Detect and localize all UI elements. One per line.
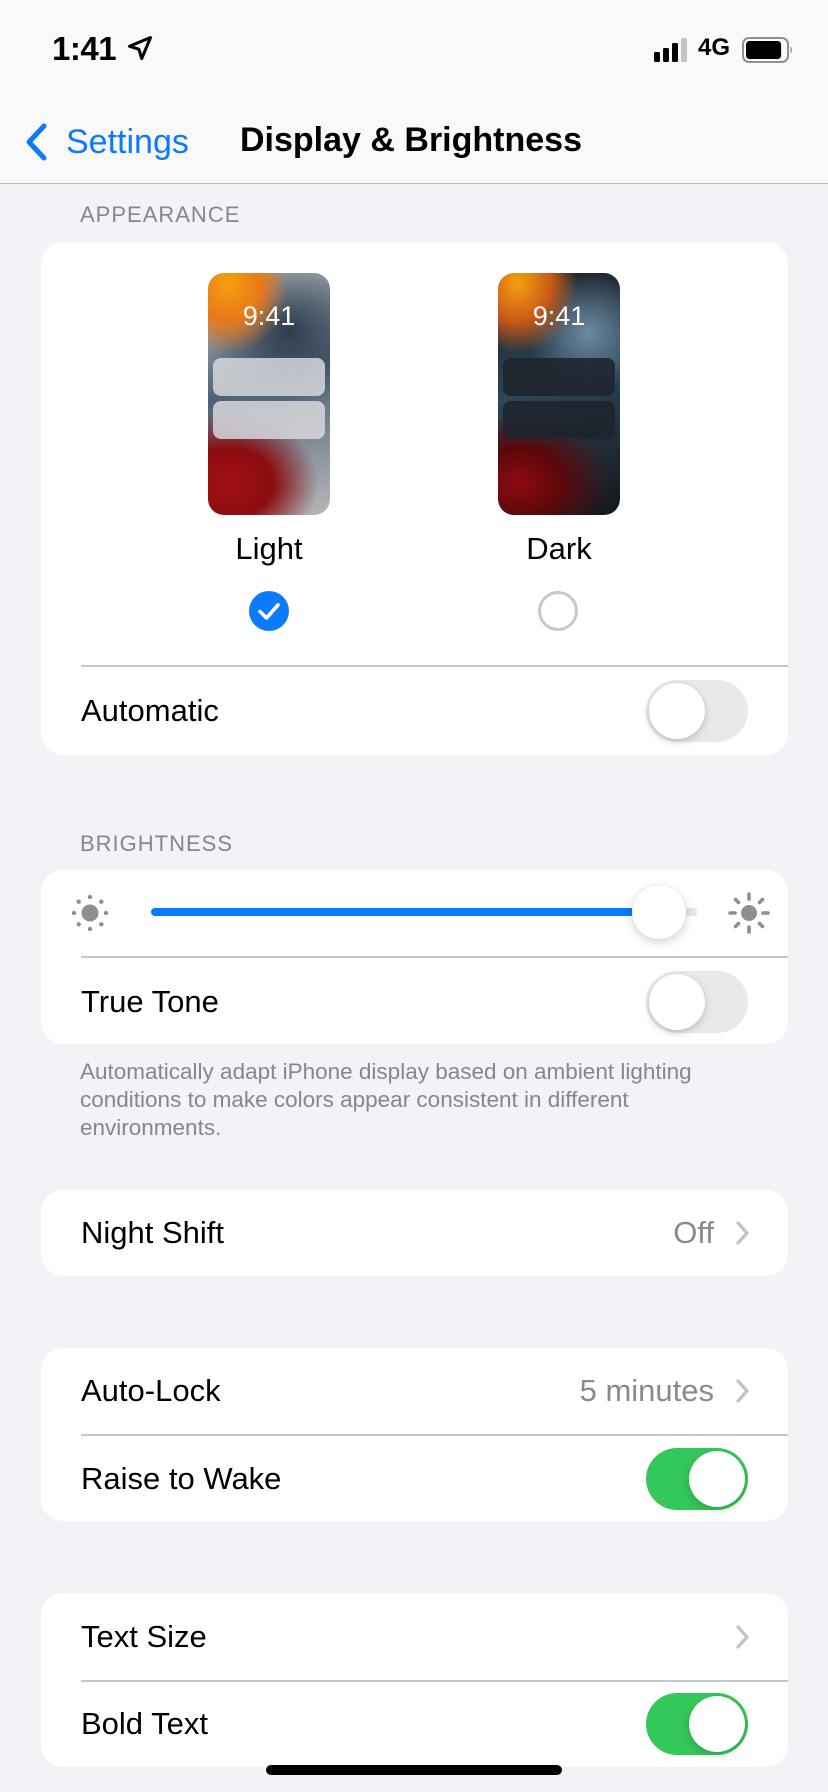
dark-label: Dark <box>526 531 592 566</box>
night-shift-row[interactable]: Night Shift Off <box>41 1190 788 1276</box>
toggle-knob <box>689 1451 745 1507</box>
network-type: 4G <box>698 34 731 61</box>
appearance-card: 9:41 9:41 Light Dark Automatic <box>41 242 788 755</box>
chevron-left-icon <box>26 123 47 161</box>
home-indicator <box>266 1765 562 1775</box>
dark-mode-preview[interactable]: 9:41 <box>498 273 620 515</box>
light-radio[interactable] <box>249 591 289 631</box>
battery-icon <box>742 37 792 63</box>
text-size-label: Text Size <box>81 1619 207 1654</box>
auto-lock-value: 5 minutes <box>579 1373 714 1408</box>
night-shift-value: Off <box>673 1215 714 1250</box>
true-tone-toggle[interactable] <box>646 971 748 1033</box>
bold-text-label: Bold Text <box>81 1706 208 1741</box>
preview-notification <box>213 401 325 439</box>
auto-lock-label: Auto-Lock <box>81 1373 221 1408</box>
brightness-slider-fill <box>151 908 659 916</box>
appearance-header: APPEARANCE <box>80 202 241 227</box>
text-card: Text Size Bold Text <box>41 1593 788 1767</box>
light-mode-preview[interactable]: 9:41 <box>208 273 330 515</box>
automatic-toggle[interactable] <box>646 680 748 742</box>
brightness-card: True Tone <box>41 870 788 1044</box>
night-shift-label: Night Shift <box>81 1215 225 1250</box>
back-label: Settings <box>66 122 189 161</box>
preview-time: 9:41 <box>532 301 586 331</box>
raise-to-wake-label: Raise to Wake <box>81 1461 282 1496</box>
automatic-label: Automatic <box>81 693 219 728</box>
chevron-right-icon <box>736 1221 749 1245</box>
checkmark-icon <box>258 603 280 620</box>
true-tone-footer: Automatically adapt iPhone display based… <box>80 1059 692 1140</box>
back-button[interactable]: Settings <box>22 120 189 164</box>
separator <box>81 665 788 667</box>
bold-text-toggle[interactable] <box>646 1693 748 1755</box>
lock-card: Auto-Lock 5 minutes Raise to Wake <box>41 1348 788 1521</box>
text-size-row[interactable]: Text Size <box>41 1593 788 1680</box>
preview-time: 9:41 <box>242 301 296 331</box>
separator <box>81 956 788 958</box>
auto-lock-row[interactable]: Auto-Lock 5 minutes <box>41 1348 788 1434</box>
separator <box>81 1680 788 1682</box>
preview-notification <box>503 401 615 439</box>
page-title: Display & Brightness <box>240 121 582 159</box>
brightness-header: BRIGHTNESS <box>80 831 234 856</box>
toggle-knob <box>689 1696 745 1752</box>
sun-max-icon <box>728 892 770 934</box>
true-tone-label: True Tone <box>81 984 219 1019</box>
toggle-knob <box>649 974 705 1030</box>
separator <box>81 1434 788 1436</box>
toggle-knob <box>649 683 705 739</box>
chevron-right-icon <box>736 1625 749 1649</box>
sun-min-icon <box>71 894 109 932</box>
raise-to-wake-toggle[interactable] <box>646 1448 748 1510</box>
status-time: 1:41 <box>52 30 117 67</box>
location-arrow-icon <box>127 35 153 61</box>
preview-notification <box>213 358 325 396</box>
cellular-signal-icon <box>654 38 687 62</box>
preview-notification <box>503 358 615 396</box>
dark-radio[interactable] <box>538 591 578 631</box>
light-label: Light <box>235 531 303 566</box>
brightness-slider-thumb[interactable] <box>631 885 686 939</box>
chevron-right-icon <box>736 1379 749 1403</box>
brightness-slider[interactable] <box>151 908 697 916</box>
